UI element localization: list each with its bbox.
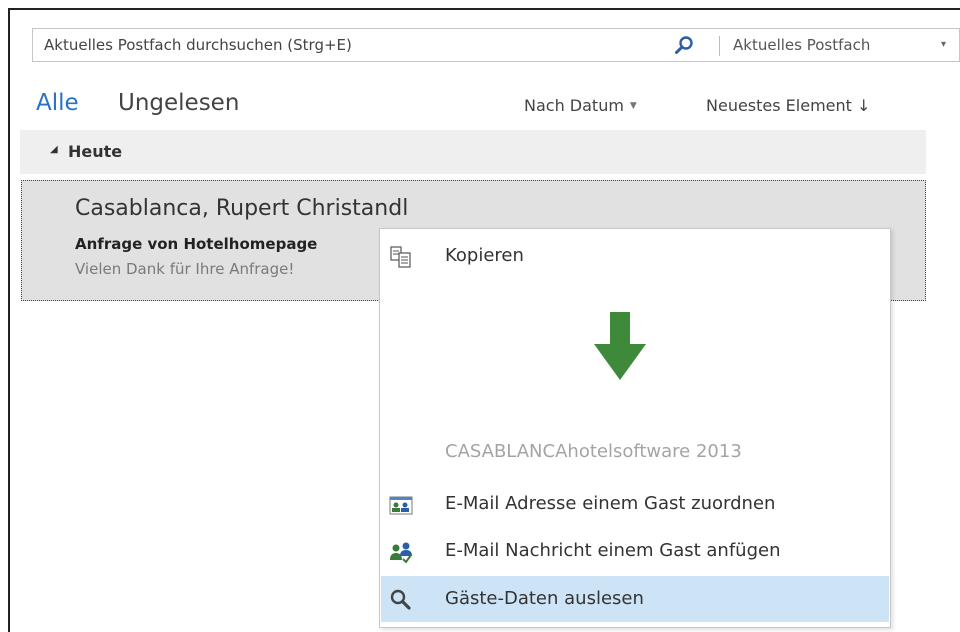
search-icon[interactable] [673,35,695,57]
group-header-today[interactable]: ◢ Heute [20,130,926,174]
contact-card-icon [389,496,413,515]
message-preview: Vielen Dank für Ihre Anfrage! [75,260,295,278]
sort-order-toggle[interactable]: Neuestes Element ↓ [706,96,870,115]
search-bar: Aktuelles Postfach ▾ [32,28,960,62]
menu-item-label: E-Mail Adresse einem Gast zuordnen [445,493,776,514]
message-subject: Anfrage von Hotelhomepage [75,235,318,253]
menu-item-attach-message[interactable]: E-Mail Nachricht einem Gast anfügen [381,528,889,574]
menu-item-label: Kopieren [445,245,524,266]
menu-item-copy[interactable]: Kopieren [381,233,889,279]
menu-item-label: E-Mail Nachricht einem Gast anfügen [445,540,781,561]
arrow-down-icon [594,312,646,380]
menu-item-read-guest-data[interactable]: Gäste-Daten auslesen [381,576,889,622]
menu-section-header: CASABLANCAhotelsoftware 2013 [445,441,742,462]
copy-icon [390,246,411,268]
search-input[interactable] [44,29,664,61]
message-sender: Casablanca, Rupert Christandl [75,196,409,221]
context-menu: Kopieren CASABLANCAhotelsoftware 2013 E-… [379,228,891,628]
group-label: Heute [68,142,123,161]
search-scope-dropdown[interactable]: Aktuelles Postfach [733,29,870,61]
search-divider [719,36,720,56]
caret-down-icon: ▼ [629,101,637,111]
people-attach-icon [390,542,412,564]
filter-tab-all[interactable]: Alle [36,90,79,116]
menu-item-label: Gäste-Daten auslesen [445,588,644,609]
menu-item-assign-address[interactable]: E-Mail Adresse einem Gast zuordnen [381,481,889,527]
sort-by-dropdown[interactable]: Nach Datum ▼ [524,96,637,115]
chevron-down-icon[interactable]: ▾ [941,29,946,61]
sort-by-label: Nach Datum [524,96,624,115]
filter-tab-unread[interactable]: Ungelesen [118,90,239,116]
magnifier-icon [390,589,411,610]
collapse-triangle-icon[interactable]: ◢ [50,144,58,155]
